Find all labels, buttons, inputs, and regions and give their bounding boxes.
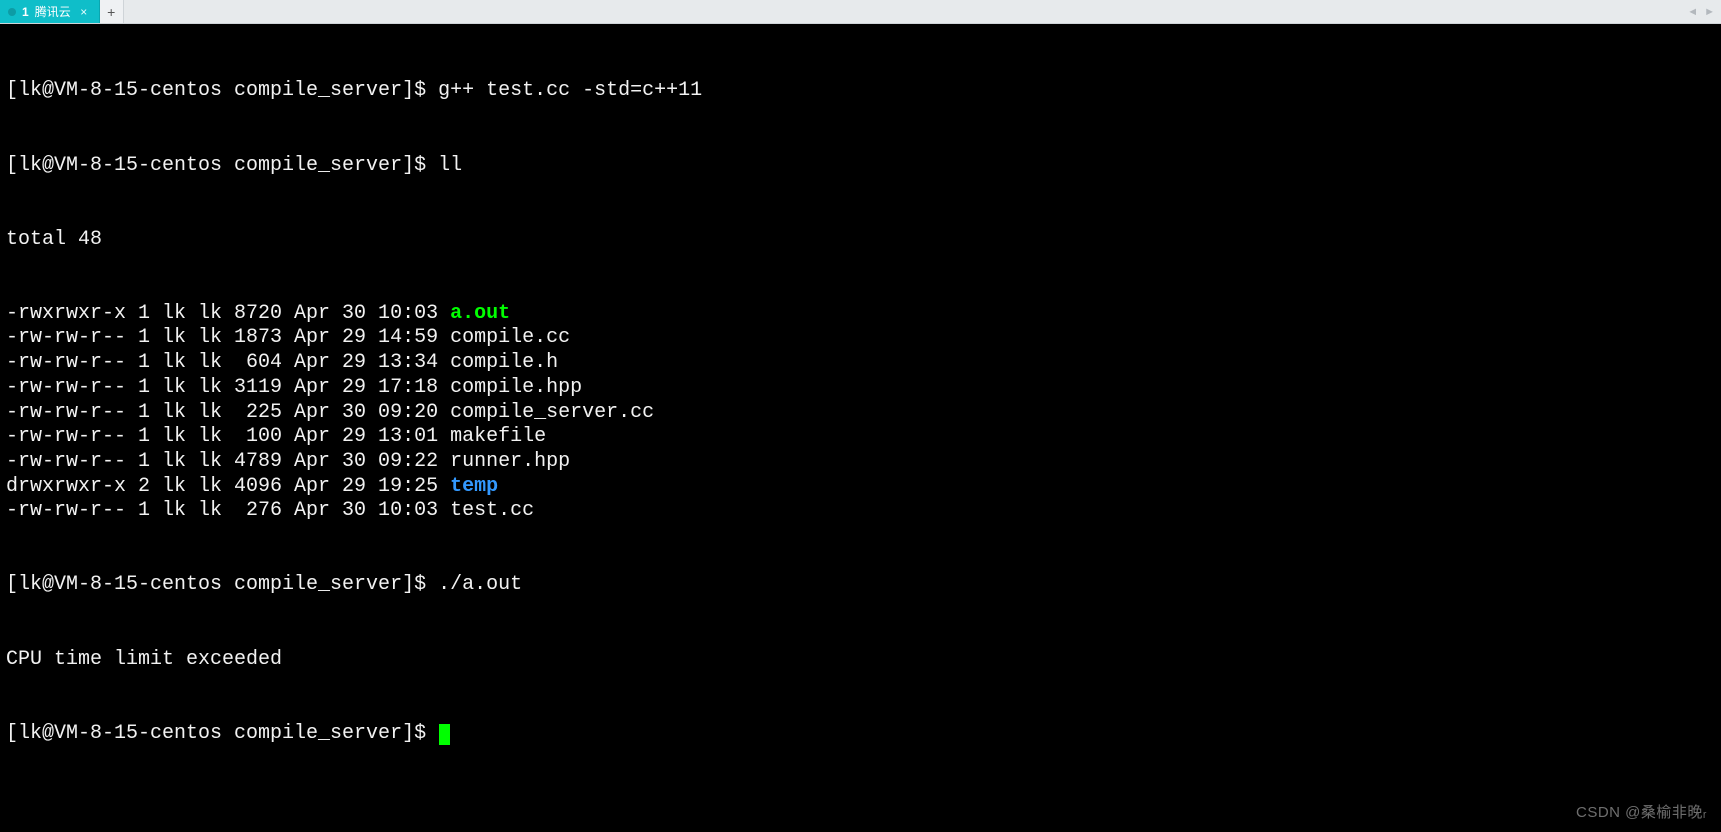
- file-name: temp: [450, 475, 498, 498]
- file-name: compile.h: [450, 351, 558, 374]
- terminal-line: [lk@VM-8-15-centos compile_server]$ ./a.…: [6, 573, 1715, 598]
- file-listing-row: -rw-rw-r-- 1 lk lk 100 Apr 29 13:01 make…: [6, 425, 1715, 450]
- tab-prev-icon[interactable]: ◄: [1685, 6, 1700, 18]
- terminal-line: [lk@VM-8-15-centos compile_server]$ ll: [6, 154, 1715, 179]
- file-name: compile.hpp: [450, 376, 582, 399]
- command-text: ./a.out: [438, 573, 522, 596]
- file-meta: -rw-rw-r-- 1 lk lk 225 Apr 30 09:20: [6, 401, 450, 424]
- terminal-line: [lk@VM-8-15-centos compile_server]$: [6, 722, 1715, 747]
- file-listing-row: -rw-rw-r-- 1 lk lk 4789 Apr 30 09:22 run…: [6, 450, 1715, 475]
- file-meta: -rw-rw-r-- 1 lk lk 604 Apr 29 13:34: [6, 351, 450, 374]
- file-name: runner.hpp: [450, 450, 570, 473]
- file-meta: -rw-rw-r-- 1 lk lk 4789 Apr 30 09:22: [6, 450, 450, 473]
- terminal-output: CPU time limit exceeded: [6, 648, 1715, 673]
- file-meta: -rw-rw-r-- 1 lk lk 100 Apr 29 13:01: [6, 425, 450, 448]
- tab-bar: 1 腾讯云 × + ◄ ►: [0, 0, 1721, 24]
- file-meta: -rw-rw-r-- 1 lk lk 3119 Apr 29 17:18: [6, 376, 450, 399]
- file-name: test.cc: [450, 499, 534, 522]
- file-listing-row: drwxrwxr-x 2 lk lk 4096 Apr 29 19:25 tem…: [6, 475, 1715, 500]
- prompt: [lk@VM-8-15-centos compile_server]$: [6, 573, 438, 596]
- tab-index: 1: [22, 5, 29, 19]
- terminal[interactable]: [lk@VM-8-15-centos compile_server]$ g++ …: [0, 24, 1721, 832]
- tab-nav: ◄ ►: [1685, 0, 1717, 23]
- file-listing-row: -rw-rw-r-- 1 lk lk 3119 Apr 29 17:18 com…: [6, 376, 1715, 401]
- file-listing-row: -rwxrwxr-x 1 lk lk 8720 Apr 30 10:03 a.o…: [6, 302, 1715, 327]
- file-meta: -rwxrwxr-x 1 lk lk 8720 Apr 30 10:03: [6, 302, 450, 325]
- cursor-block: [439, 724, 450, 745]
- terminal-output: total 48: [6, 228, 1715, 253]
- file-name: makefile: [450, 425, 546, 448]
- file-listing-row: -rw-rw-r-- 1 lk lk 1873 Apr 29 14:59 com…: [6, 326, 1715, 351]
- command-text: g++ test.cc -std=c++11: [438, 79, 702, 102]
- tab-status-dot: [8, 8, 16, 16]
- file-listing-row: -rw-rw-r-- 1 lk lk 225 Apr 30 09:20 comp…: [6, 401, 1715, 426]
- tab-title: 腾讯云: [35, 3, 71, 20]
- file-name: a.out: [450, 302, 510, 325]
- file-meta: -rw-rw-r-- 1 lk lk 276 Apr 30 10:03: [6, 499, 450, 522]
- file-name: compile_server.cc: [450, 401, 654, 424]
- prompt: [lk@VM-8-15-centos compile_server]$: [6, 79, 438, 102]
- terminal-line: [lk@VM-8-15-centos compile_server]$ g++ …: [6, 79, 1715, 104]
- tab-next-icon[interactable]: ►: [1702, 6, 1717, 18]
- file-meta: drwxrwxr-x 2 lk lk 4096 Apr 29 19:25: [6, 475, 450, 498]
- file-name: compile.cc: [450, 326, 570, 349]
- file-meta: -rw-rw-r-- 1 lk lk 1873 Apr 29 14:59: [6, 326, 450, 349]
- add-tab-button[interactable]: +: [100, 0, 124, 23]
- prompt: [lk@VM-8-15-centos compile_server]$: [6, 722, 438, 745]
- tab-active[interactable]: 1 腾讯云 ×: [0, 0, 100, 23]
- file-listing-row: -rw-rw-r-- 1 lk lk 276 Apr 30 10:03 test…: [6, 499, 1715, 524]
- watermark: CSDN @桑榆非晚ᵣ: [1576, 801, 1707, 826]
- command-text: ll: [438, 154, 462, 177]
- close-icon[interactable]: ×: [77, 5, 91, 19]
- prompt: [lk@VM-8-15-centos compile_server]$: [6, 154, 438, 177]
- file-listing-row: -rw-rw-r-- 1 lk lk 604 Apr 29 13:34 comp…: [6, 351, 1715, 376]
